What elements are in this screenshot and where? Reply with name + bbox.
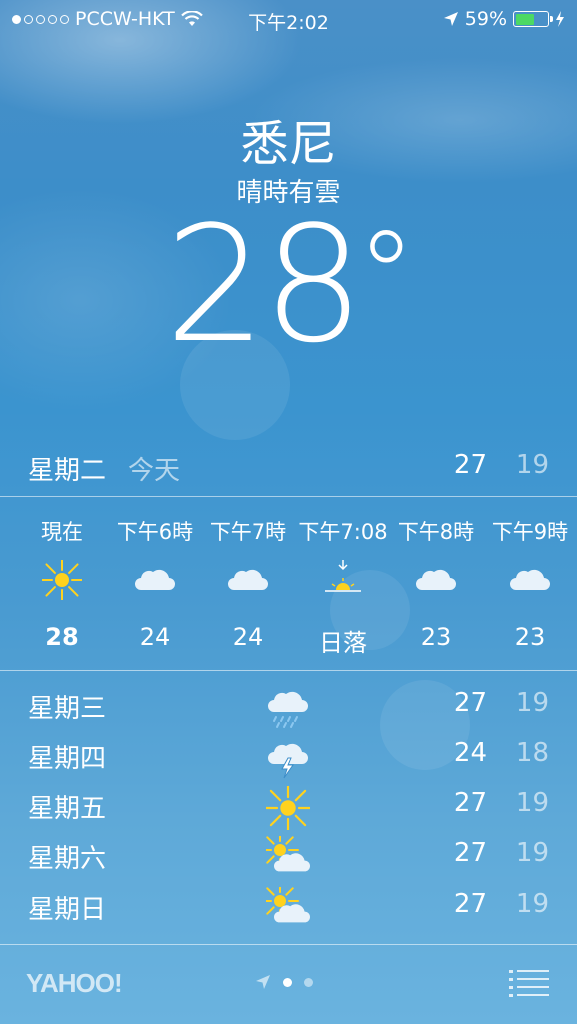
hour-time: 下午8時 — [397, 520, 475, 544]
daily-row: 星期日 27 19 — [0, 882, 577, 933]
daily-low: 19 — [515, 838, 549, 868]
hour-time: 下午6時 — [116, 520, 194, 544]
daily-row: 星期四 24 18 — [0, 732, 577, 782]
charging-bolt-icon — [556, 11, 564, 27]
yahoo-logo[interactable]: YAHOO! — [26, 968, 123, 999]
page-indicator[interactable] — [255, 974, 313, 990]
list-menu-icon[interactable] — [509, 968, 549, 998]
cloud-icon — [135, 560, 175, 600]
daily-row: 星期五 27 19 — [0, 782, 577, 834]
divider — [0, 496, 577, 497]
sunset-label: 日落 — [319, 629, 367, 657]
daily-high: 27 — [453, 889, 487, 919]
partly-cloudy-icon — [261, 831, 310, 880]
thunderstorm-icon — [266, 736, 310, 780]
cloud-icon — [416, 560, 456, 600]
sun-icon — [39, 557, 85, 603]
sun-icon — [262, 782, 314, 834]
hour-time: 下午9時 — [491, 520, 569, 544]
today-label: 今天 — [128, 456, 181, 486]
temperature-value: 28 — [164, 191, 365, 378]
hour-time: 下午7:08 — [298, 520, 388, 544]
daily-high: 27 — [453, 838, 487, 868]
battery-percent: 59% — [464, 8, 507, 30]
daily-day: 星期日 — [28, 895, 107, 925]
location-arrow-icon — [443, 12, 458, 26]
daily-day: 星期四 — [28, 744, 107, 774]
sunset-icon — [323, 560, 363, 600]
city-name: 悉尼 — [240, 116, 337, 172]
current-location-icon — [256, 975, 270, 989]
divider — [0, 670, 577, 671]
rain-icon — [266, 686, 310, 730]
current-temperature: 28° — [0, 200, 577, 370]
today-low: 19 — [515, 450, 549, 480]
daily-row: 星期三 27 19 — [0, 682, 577, 732]
hourly-forecast[interactable]: 現在 28 下午6時 24 下午7時 24 下午7:08 日落 下午8時 23 … — [0, 500, 577, 670]
daily-low: 19 — [515, 788, 549, 818]
hour-temperature: 24 — [232, 623, 264, 651]
daily-day: 星期五 — [28, 794, 107, 824]
today-high: 27 — [453, 450, 487, 480]
hour-time: 下午7時 — [209, 520, 287, 544]
today-row: 星期二 今天 27 19 — [0, 446, 577, 486]
daily-high: 27 — [453, 788, 487, 818]
hour-temperature: 28 — [45, 623, 79, 651]
battery-icon — [513, 11, 553, 27]
daily-high: 27 — [453, 688, 487, 718]
bottom-toolbar: YAHOO! — [0, 946, 577, 1024]
cloud-icon — [510, 560, 550, 600]
degree-symbol: ° — [356, 207, 416, 346]
daily-high: 24 — [453, 738, 487, 768]
hour-temperature: 24 — [139, 623, 171, 651]
daily-low: 19 — [515, 889, 549, 919]
daily-low: 19 — [515, 688, 549, 718]
page-dot — [304, 977, 313, 987]
status-bar: PCCW-HKT 下午2:02 59% — [0, 0, 577, 38]
daily-day: 星期六 — [28, 844, 107, 874]
daily-low: 18 — [515, 738, 549, 768]
divider — [0, 944, 577, 945]
hour-temperature: 23 — [514, 623, 546, 651]
cloud-icon — [228, 560, 268, 600]
daily-day: 星期三 — [28, 694, 107, 724]
hour-time: 現在 — [41, 520, 83, 544]
today-day: 星期二 — [28, 456, 107, 486]
hour-temperature: 23 — [420, 623, 452, 651]
page-dot-active — [283, 977, 292, 987]
daily-row: 星期六 27 19 — [0, 831, 577, 882]
partly-cloudy-icon — [261, 882, 310, 931]
